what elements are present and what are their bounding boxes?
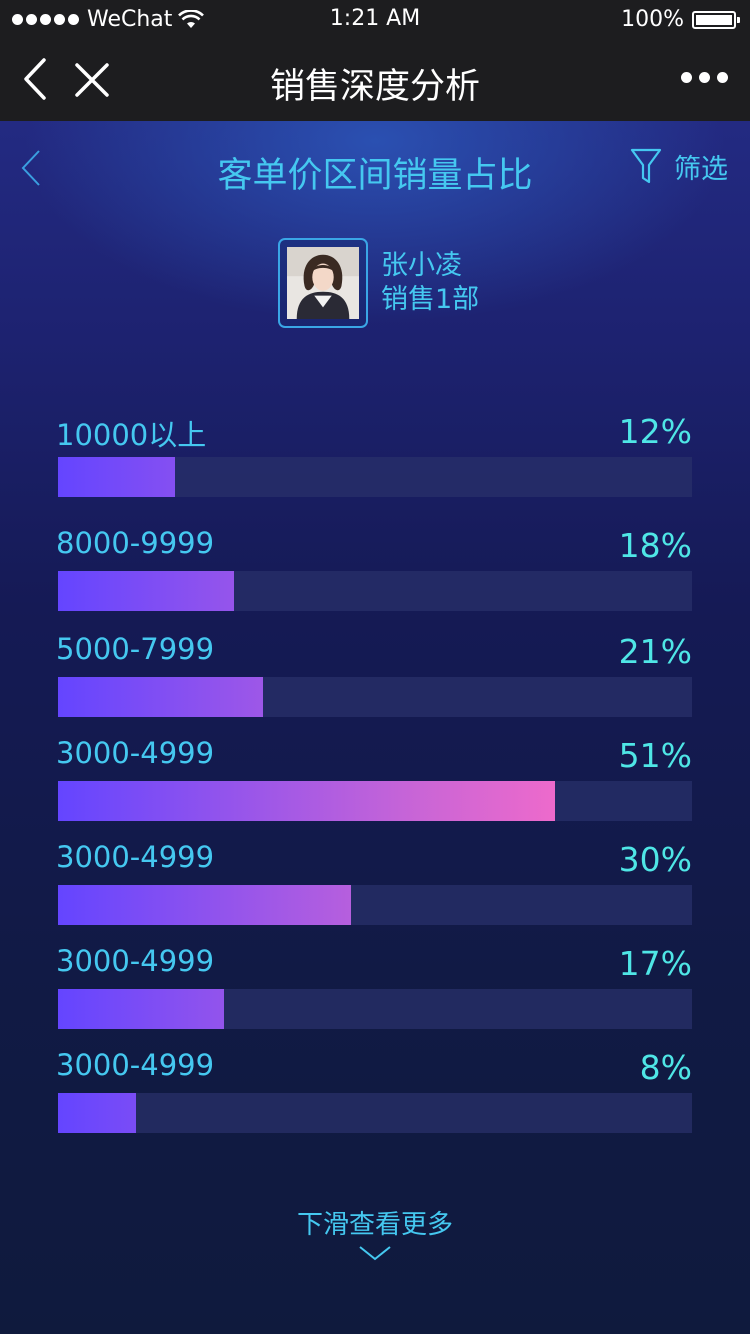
profile-info: 张小凌 销售1部	[381, 249, 479, 317]
bar	[58, 677, 263, 717]
category-label: 10000以上	[56, 418, 207, 452]
chart-row: 3000-4999 17%	[56, 944, 692, 1034]
bar-track	[58, 885, 692, 925]
avatar[interactable]	[278, 238, 368, 328]
chart-row: 10000以上 12%	[56, 412, 692, 502]
bar	[58, 457, 175, 497]
nav-bar: 销售深度分析	[0, 40, 750, 121]
bar	[58, 989, 224, 1029]
category-label: 3000-4999	[56, 1048, 215, 1082]
value-label: 30%	[618, 840, 692, 879]
battery-percent: 100%	[621, 7, 684, 32]
content-area: 客单价区间销量占比 筛选 张小凌 销售1部 10000以上 12% 8000-999…	[0, 121, 750, 1334]
more-icon[interactable]	[681, 72, 728, 83]
bar-track	[58, 989, 692, 1029]
bar-track	[58, 457, 692, 497]
status-bar: WeChat 1:21 AM 100%	[0, 0, 750, 40]
bar	[58, 571, 234, 611]
value-label: 21%	[618, 632, 692, 671]
chart-row: 8000-9999 18%	[56, 526, 692, 616]
value-label: 8%	[639, 1048, 692, 1087]
filter-label: 筛选	[674, 154, 728, 185]
chart-row: 3000-4999 8%	[56, 1048, 692, 1138]
value-label: 51%	[618, 736, 692, 775]
chart-row: 5000-7999 21%	[56, 632, 692, 722]
user-profile: 张小凌 销售1部	[278, 238, 479, 328]
value-label: 18%	[618, 526, 692, 565]
category-label: 8000-9999	[56, 526, 215, 560]
category-label: 5000-7999	[56, 632, 215, 666]
bar-track	[58, 571, 692, 611]
bar	[58, 1093, 136, 1133]
bar	[58, 781, 555, 821]
bar-track	[58, 677, 692, 717]
value-label: 17%	[618, 944, 692, 983]
filter-button[interactable]: 筛选	[630, 147, 728, 186]
filter-icon	[630, 148, 662, 183]
chevron-down-icon	[359, 1246, 391, 1261]
value-label: 12%	[618, 412, 692, 451]
battery-icon	[692, 10, 740, 29]
scroll-more-hint[interactable]: 下滑查看更多	[0, 1204, 750, 1241]
nav-title: 销售深度分析	[269, 67, 480, 107]
status-right: 100%	[621, 7, 740, 32]
chart-row: 3000-4999 30%	[56, 840, 692, 930]
bar-track	[58, 781, 692, 821]
category-label: 3000-4999	[56, 840, 215, 874]
profile-name: 张小凌	[381, 250, 462, 281]
chart-row: 3000-4999 51%	[56, 736, 692, 826]
category-label: 3000-4999	[56, 944, 215, 978]
avatar-image	[287, 247, 359, 319]
category-label: 3000-4999	[56, 736, 215, 770]
profile-department: 销售1部	[381, 284, 480, 315]
bar-track	[58, 1093, 692, 1133]
bar	[58, 885, 351, 925]
